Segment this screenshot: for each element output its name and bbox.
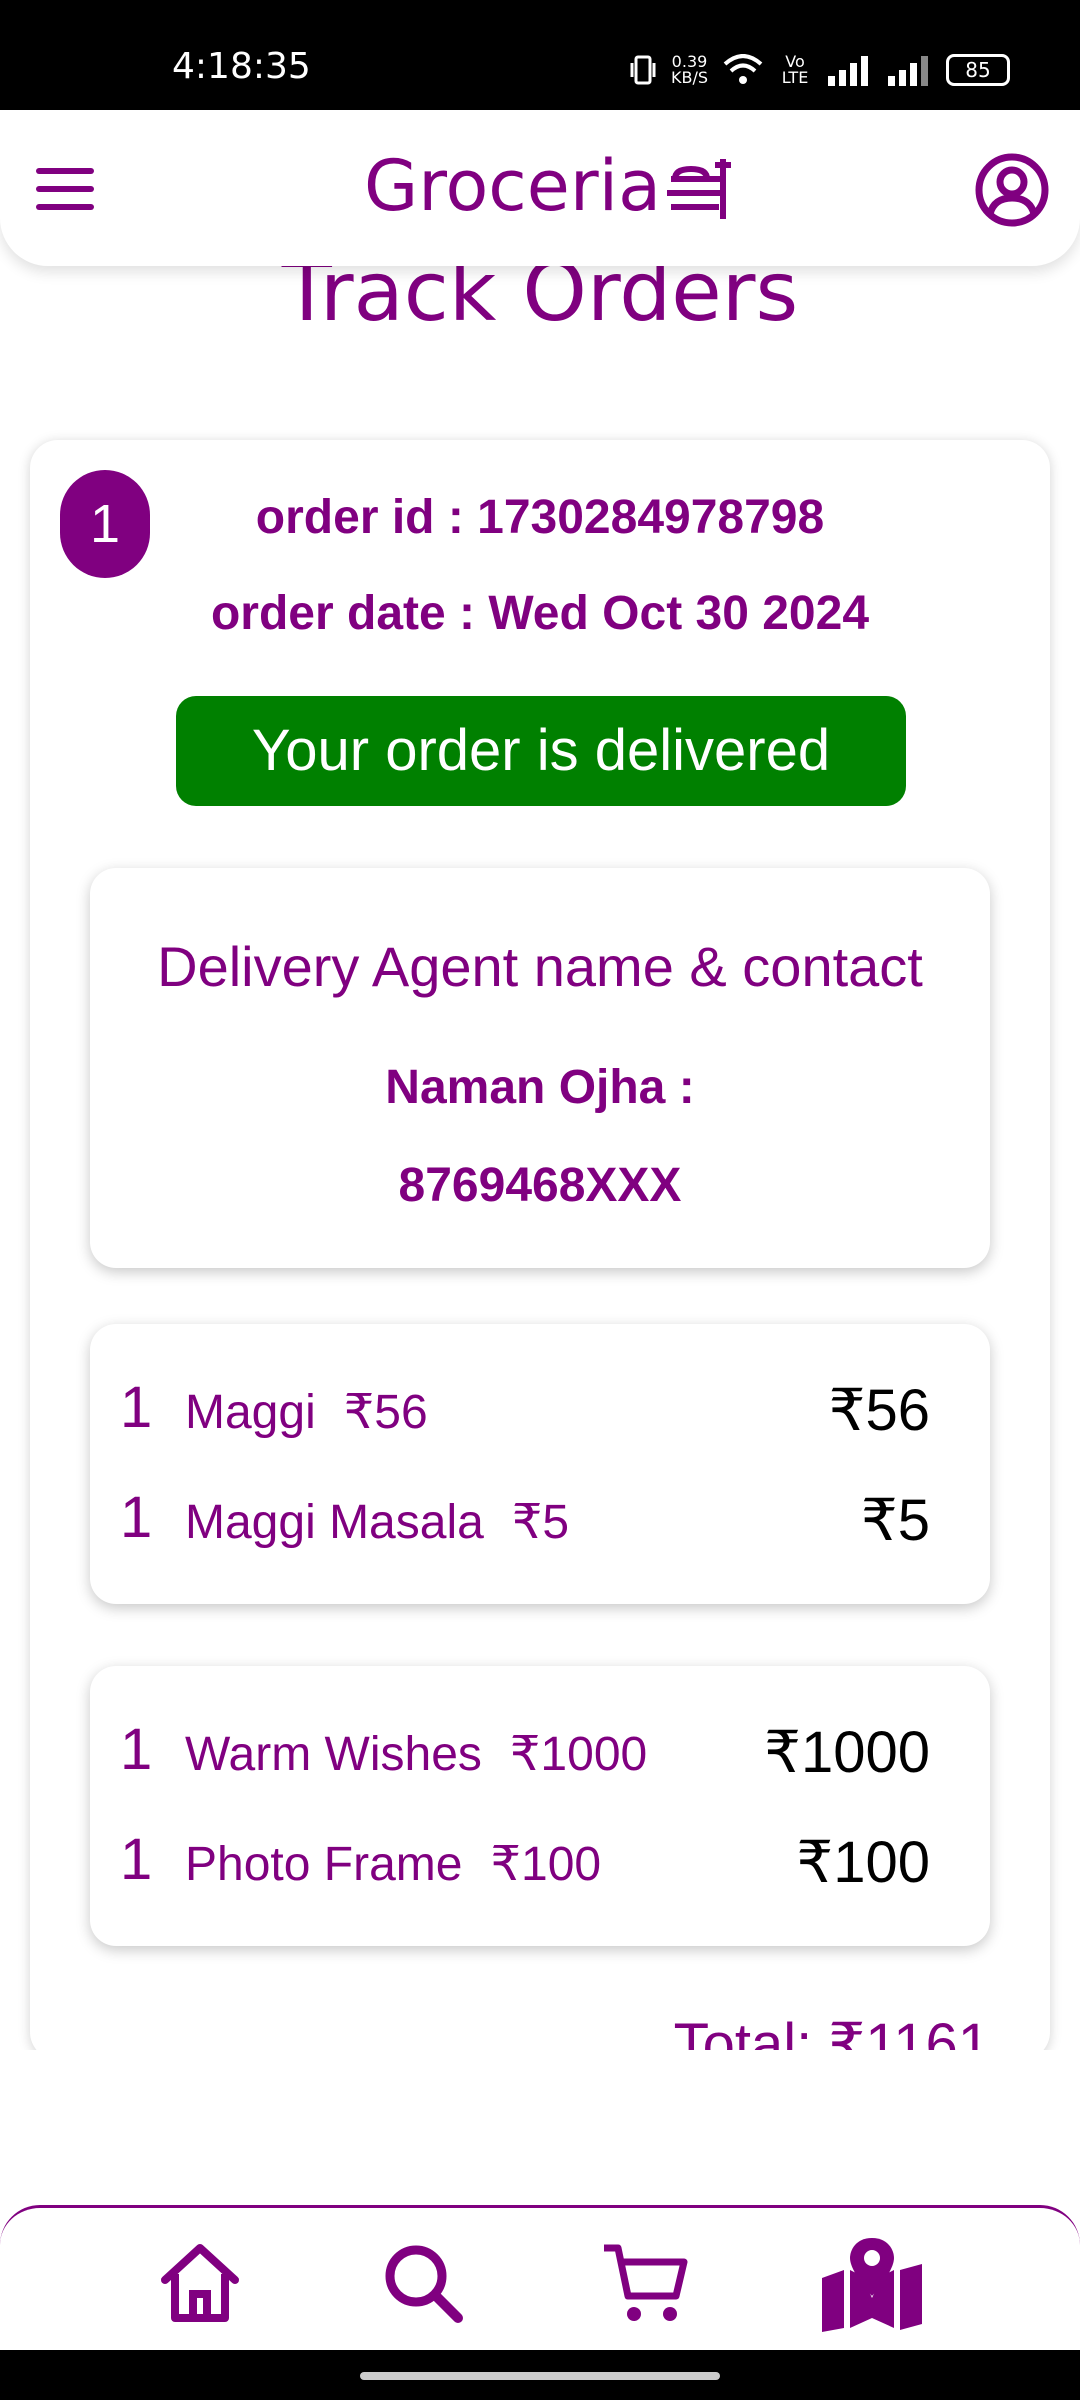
- delivery-agent-phone: 8769468XXX: [398, 1159, 682, 1212]
- scroll-area-cover: [0, 2050, 1080, 2210]
- item-quantity: 1: [120, 1827, 153, 1892]
- item-name-wrap: Warm Wishes ₹1000: [185, 1726, 647, 1782]
- volte-label: Vo LTE: [781, 52, 809, 87]
- item-total: ₹1000: [764, 1720, 930, 1785]
- item-name-wrap: Maggi Masala ₹5: [185, 1494, 569, 1550]
- order-items-group: 1 Maggi ₹56 ₹56 1 Maggi Masala ₹5 ₹5: [90, 1324, 990, 1604]
- home-icon: [161, 2244, 239, 2322]
- item-total: ₹100: [796, 1830, 930, 1895]
- item-name-wrap: Photo Frame ₹100: [185, 1836, 601, 1892]
- item-name: Maggi Masala: [185, 1496, 484, 1549]
- list-item: 1 Warm Wishes ₹1000 ₹1000: [90, 1706, 990, 1796]
- map-icon: [822, 2238, 922, 2332]
- net-speed: 0.39 KB/S: [671, 54, 708, 86]
- order-items-group: 1 Warm Wishes ₹1000 ₹1000 1 Photo Frame ₹1…: [90, 1666, 990, 1946]
- wifi-icon: [723, 54, 763, 84]
- app-name: Groceria: [364, 145, 661, 227]
- item-quantity: 1: [120, 1375, 153, 1440]
- gesture-handle[interactable]: [360, 2372, 720, 2380]
- shopping-bag-icon: [667, 159, 731, 219]
- cart-icon: [604, 2244, 688, 2321]
- signal-icon-2: [888, 56, 928, 86]
- app-logo[interactable]: Groceria: [364, 145, 735, 227]
- order-id: order id : 1730284978798: [255, 491, 825, 544]
- item-name: Warm Wishes: [185, 1728, 482, 1781]
- item-price: ₹1000: [509, 1728, 648, 1781]
- item-price: ₹100: [490, 1838, 602, 1891]
- delivery-agent-name: Naman Ojha :: [385, 1061, 695, 1114]
- item-total: ₹5: [860, 1488, 930, 1553]
- gesture-bar: [0, 2350, 1080, 2400]
- delivery-agent-card: Delivery Agent name & contact Naman Ojha…: [90, 868, 990, 1268]
- list-item: 1 Maggi Masala ₹5 ₹5: [90, 1474, 990, 1564]
- item-name: Photo Frame: [185, 1838, 463, 1891]
- menu-button[interactable]: [34, 164, 96, 214]
- item-name-wrap: Maggi ₹56: [185, 1384, 428, 1440]
- order-card: 1 order id : 1730284978798 order date : …: [30, 440, 1050, 2060]
- profile-button[interactable]: [974, 152, 1050, 228]
- status-icons: 0.39 KB/S Vo LTE 85: [629, 50, 1010, 90]
- item-total: ₹56: [828, 1378, 930, 1443]
- order-date: order date : Wed Oct 30 2024: [210, 587, 870, 640]
- app-header: Groceria: [0, 110, 1080, 266]
- nav-cart-button[interactable]: [600, 2238, 690, 2328]
- list-item: 1 Photo Frame ₹100 ₹100: [90, 1816, 990, 1906]
- net-speed-unit: KB/S: [670, 68, 708, 87]
- nav-home-button[interactable]: [155, 2238, 245, 2328]
- battery-indicator: 85: [946, 54, 1010, 86]
- delivery-agent-title: Delivery Agent name & contact: [157, 935, 923, 998]
- item-price: ₹56: [343, 1386, 428, 1439]
- item-name: Maggi: [185, 1386, 316, 1439]
- user-circle-icon: [975, 153, 1049, 227]
- hamburger-menu-icon: [36, 168, 94, 210]
- nav-track-button[interactable]: [822, 2238, 922, 2332]
- status-time: 4:18:35: [172, 46, 311, 87]
- item-quantity: 1: [120, 1485, 153, 1550]
- status-bar: 4:18:35 0.39 KB/S Vo LTE 85: [0, 0, 1080, 110]
- item-quantity: 1: [120, 1717, 153, 1782]
- signal-icon: [828, 56, 868, 86]
- order-status-badge: Your order is delivered: [176, 696, 906, 806]
- search-icon: [385, 2245, 463, 2323]
- nav-search-button[interactable]: [378, 2238, 468, 2328]
- item-price: ₹5: [511, 1496, 570, 1549]
- bottom-nav: [0, 2205, 1080, 2353]
- list-item: 1 Maggi ₹56 ₹56: [90, 1364, 990, 1454]
- vibrate-icon: [630, 55, 656, 85]
